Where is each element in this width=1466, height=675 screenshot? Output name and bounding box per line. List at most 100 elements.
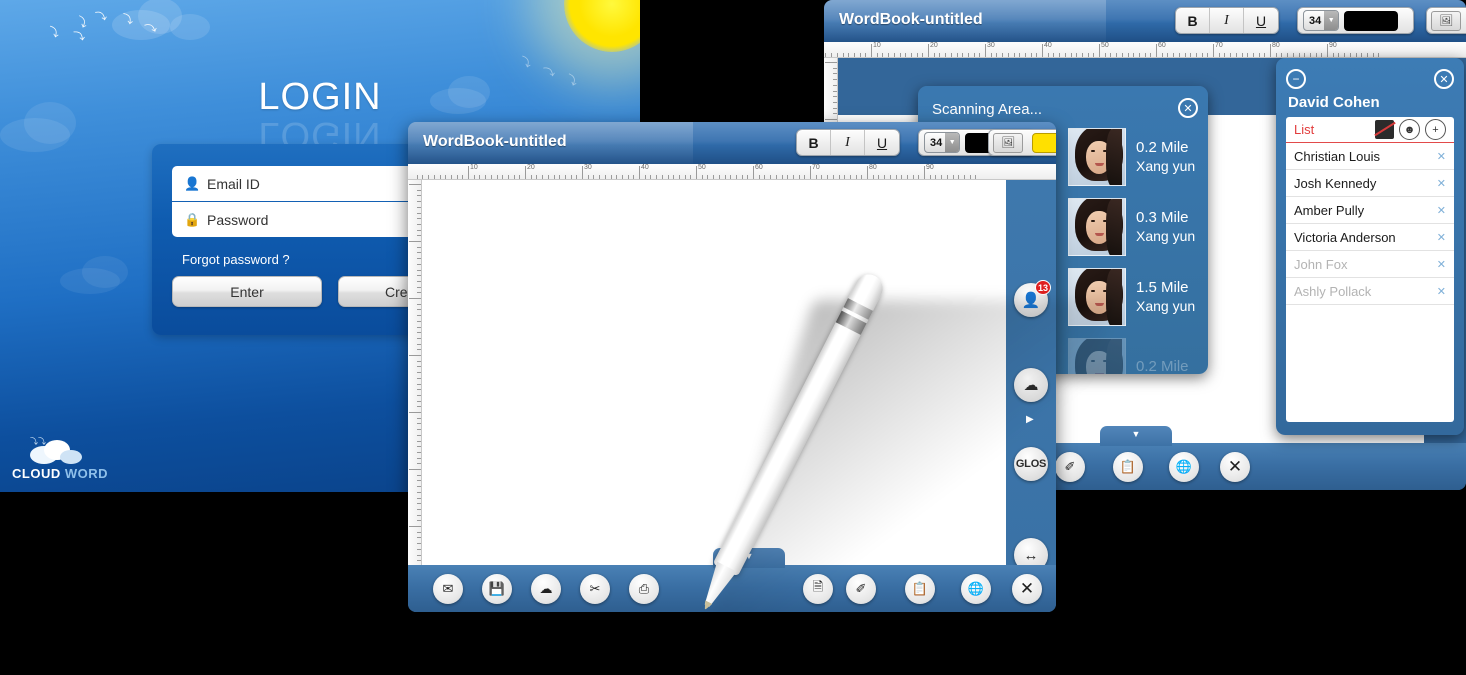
contacts-icon[interactable]: 👤 13 [1014, 280, 1051, 317]
mail-icon[interactable]: ✉ [433, 574, 463, 604]
ruler-major-tick [1156, 44, 1157, 57]
highlight-color-swatch[interactable] [1032, 132, 1056, 153]
ruler-tick [599, 175, 601, 179]
contact-row[interactable]: Josh Kennedy ✕ [1286, 170, 1454, 197]
glossary-button[interactable]: GLOS [1014, 447, 1048, 481]
ruler-tick [842, 53, 844, 57]
ruler-tick [1218, 53, 1220, 57]
font-size-select[interactable]: 34 ▼ [1303, 10, 1340, 31]
ruler-tick [417, 275, 421, 277]
ruler-major-tick [1327, 44, 1328, 57]
contact-row[interactable]: Ashly Pollack ✕ [1286, 278, 1454, 305]
contact-list-header: List ☻ + [1286, 117, 1454, 143]
dropdown-tab[interactable]: ▼ [713, 548, 785, 568]
ruler-tick [798, 175, 800, 179]
minimize-icon[interactable]: − [1286, 69, 1306, 89]
desktop-stage: ⤵ ⤵ ⤵ ⤵ ⤵ ⤵ ⤵ ⤵ ⤵ LOGIN LOGIN 👤 Email ID… [0, 0, 1466, 675]
cut-icon[interactable]: ✂ [580, 574, 610, 604]
close-icon[interactable]: ✕ [1220, 452, 1250, 482]
side-rail: 👤 13 ☁ GLOS ↔ ▶ [1006, 180, 1056, 572]
close-icon[interactable]: ✕ [1012, 574, 1042, 604]
ruler-tick [417, 429, 421, 431]
pen-icon[interactable]: ✐ [1055, 452, 1085, 482]
ruler-tick [895, 175, 897, 179]
globe-icon[interactable]: 🌐 [961, 574, 991, 604]
close-icon[interactable]: ✕ [1434, 69, 1454, 89]
ruler-tick [479, 175, 481, 179]
ruler-label: 60 [755, 164, 763, 171]
underline-button[interactable]: U [865, 130, 899, 155]
print-icon[interactable]: ⎙ [629, 574, 659, 604]
ruler-tick [417, 406, 421, 408]
bold-button[interactable]: B [797, 130, 831, 155]
ruler-tick [604, 175, 606, 179]
italic-button[interactable]: I [1210, 8, 1244, 33]
ruler-tick [833, 101, 837, 103]
forgot-password-link[interactable]: Forgot password ? [182, 252, 290, 267]
remove-contact-icon[interactable]: ✕ [1437, 150, 1454, 163]
dropdown-tab[interactable]: ▼ [1100, 426, 1172, 446]
font-size-select[interactable]: 34 ▼ [924, 132, 961, 153]
ruler-tick [417, 263, 421, 265]
close-icon[interactable]: ✕ [1178, 98, 1198, 118]
pen-icon[interactable]: ✐ [846, 574, 876, 604]
document-search-icon[interactable]: 🗎 [803, 574, 833, 604]
ruler-tick [409, 469, 421, 470]
contact-name: Christian Louis [1294, 148, 1380, 164]
document-canvas[interactable] [408, 180, 1008, 565]
contact-row[interactable]: Christian Louis ✕ [1286, 143, 1454, 170]
person-add-icon[interactable]: ☻ [1399, 119, 1420, 140]
ruler-tick [417, 383, 421, 385]
list-label: List [1294, 122, 1315, 137]
ruler-tick [1190, 53, 1192, 57]
logo-word-word: WORD [64, 466, 109, 481]
contact-row[interactable]: Victoria Anderson ✕ [1286, 224, 1454, 251]
titlebar[interactable]: WordBook-untitled B I U 34 ▼ 🖼 [408, 122, 1056, 164]
ruler-tick [621, 175, 623, 179]
scan-result-row[interactable]: 0.2 Mile Xang yun [1068, 122, 1208, 192]
save-icon[interactable]: 💾 [482, 574, 512, 604]
scan-result-row[interactable]: 1.5 Mile Xang yun [1068, 262, 1208, 332]
ruler-tick [417, 480, 421, 482]
contact-row[interactable]: Amber Pully ✕ [1286, 197, 1454, 224]
ruler-tick [1304, 53, 1306, 57]
wordbook-window-main[interactable]: WordBook-untitled B I U 34 ▼ 🖼 10 20 30 40 5… [408, 122, 1056, 612]
clipboard-icon[interactable]: 📋 [1113, 452, 1143, 482]
ruler-tick [456, 175, 458, 179]
ruler-tick [417, 332, 421, 334]
scan-result-row[interactable]: 0.2 Mile [1068, 332, 1208, 374]
ruler-tick [417, 560, 421, 562]
add-contact-icon[interactable]: + [1425, 119, 1446, 140]
text-color-swatch[interactable] [1344, 10, 1399, 31]
remove-contact-icon[interactable]: ✕ [1437, 231, 1454, 244]
ruler-tick [775, 175, 777, 179]
bold-button[interactable]: B [1176, 8, 1210, 33]
ruler-label: 50 [698, 164, 706, 171]
logo-text: CLOUD WORD [10, 466, 190, 481]
contact-row[interactable]: John Fox ✕ [1286, 251, 1454, 278]
scan-result-row[interactable]: 0.3 Mile Xang yun [1068, 192, 1208, 262]
remove-contact-icon[interactable]: ✕ [1437, 258, 1454, 271]
ruler-tick [831, 53, 833, 57]
image-icon[interactable]: 🖼 [993, 132, 1024, 153]
ruler-tick [661, 175, 663, 179]
enter-button[interactable]: Enter [172, 276, 322, 307]
italic-button[interactable]: I [831, 130, 865, 155]
camera-off-icon[interactable] [1375, 120, 1394, 139]
ruler-label: 60 [1158, 42, 1166, 49]
ruler-tick [433, 175, 435, 179]
underline-button[interactable]: U [1244, 8, 1278, 33]
ruler-major-tick [924, 166, 925, 179]
image-icon[interactable]: 🖼 [1431, 10, 1462, 31]
remove-contact-icon[interactable]: ✕ [1437, 285, 1454, 298]
cloud-icon[interactable]: ☁ [1014, 368, 1048, 402]
globe-icon[interactable]: 🌐 [1169, 452, 1199, 482]
clipboard-icon[interactable]: 📋 [905, 574, 935, 604]
ruler-tick [519, 175, 521, 179]
cloud-upload-icon[interactable]: ☁ [531, 574, 561, 604]
remove-contact-icon[interactable]: ✕ [1437, 177, 1454, 190]
titlebar[interactable]: WordBook-untitled B I U 34 ▼ 🖼 [824, 0, 1466, 42]
ruler-tick [1247, 53, 1249, 57]
expand-arrow-icon[interactable]: ▶ [1026, 414, 1034, 425]
remove-contact-icon[interactable]: ✕ [1437, 204, 1454, 217]
